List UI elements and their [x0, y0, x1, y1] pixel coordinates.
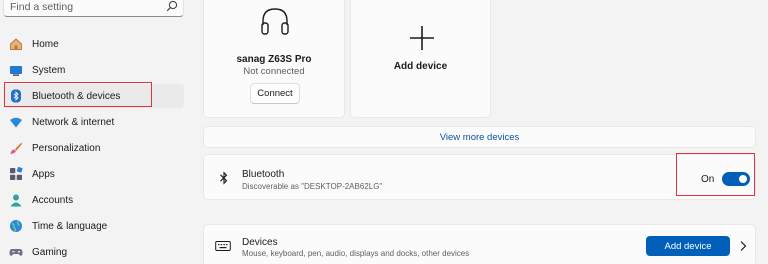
- sidebar-item-bluetooth-devices[interactable]: Bluetooth & devices: [3, 84, 184, 108]
- plus-icon: [410, 26, 434, 50]
- bluetooth-state-label: On: [701, 174, 715, 185]
- bluetooth-title: Bluetooth: [242, 169, 285, 180]
- sidebar-item-time-language[interactable]: Time & language: [3, 214, 184, 238]
- apps-icon: [9, 167, 23, 181]
- bluetooth-discoverable-text: Discoverable as "DESKTOP-2AB62LG": [242, 182, 383, 191]
- sidebar-item-label: Personalization: [32, 142, 101, 154]
- sidebar-item-accounts[interactable]: Accounts: [3, 188, 184, 212]
- sidebar-item-label: Accounts: [32, 194, 74, 206]
- search-box[interactable]: [3, 0, 184, 17]
- globe-icon: [9, 219, 23, 233]
- sidebar: Home System Bluetooth & devices Network …: [0, 0, 190, 264]
- view-more-devices-link[interactable]: View more devices: [203, 126, 756, 148]
- search-input[interactable]: [10, 0, 160, 15]
- device-status: Not connected: [243, 66, 305, 77]
- keyboard-icon: [215, 241, 231, 251]
- connect-button[interactable]: Connect: [250, 83, 300, 104]
- view-more-label: View more devices: [439, 131, 520, 143]
- bluetooth-setting-row: Bluetooth Discoverable as "DESKTOP-2AB62…: [203, 154, 756, 200]
- home-icon: [9, 37, 23, 51]
- sidebar-item-home[interactable]: Home: [3, 32, 184, 56]
- devices-title: Devices: [242, 237, 278, 248]
- sidebar-item-label: Time & language: [32, 220, 108, 232]
- brush-icon: [9, 141, 23, 155]
- gamepad-icon: [9, 245, 23, 259]
- headphones-icon: [261, 8, 289, 35]
- sidebar-item-label: System: [32, 64, 66, 76]
- sidebar-item-label: Apps: [32, 168, 55, 180]
- bluetooth-toggle[interactable]: [722, 172, 750, 186]
- search-icon[interactable]: [166, 0, 178, 12]
- device-name: sanag Z63S Pro: [236, 54, 312, 65]
- sidebar-item-system[interactable]: System: [3, 58, 184, 82]
- sidebar-item-label: Gaming: [32, 246, 68, 258]
- bluetooth-icon: [220, 171, 228, 185]
- accounts-icon: [9, 193, 23, 207]
- sidebar-item-label: Network & internet: [32, 116, 115, 128]
- add-device-label: Add device: [393, 61, 448, 72]
- network-icon: [9, 115, 23, 129]
- sidebar-item-label: Bluetooth & devices: [32, 90, 121, 102]
- sidebar-item-gaming[interactable]: Gaming: [3, 240, 184, 264]
- sidebar-item-apps[interactable]: Apps: [3, 162, 184, 186]
- bluetooth-icon: [9, 89, 23, 103]
- system-icon: [9, 63, 23, 77]
- chevron-right-icon[interactable]: [739, 240, 747, 252]
- toggle-knob: [739, 175, 747, 183]
- sidebar-item-network-internet[interactable]: Network & internet: [3, 110, 184, 134]
- add-device-card[interactable]: Add device: [350, 0, 491, 118]
- sidebar-item-personalization[interactable]: Personalization: [3, 136, 184, 160]
- device-card: sanag Z63S Pro Not connected Connect: [203, 0, 345, 118]
- sidebar-item-label: Home: [32, 38, 59, 50]
- devices-subtitle: Mouse, keyboard, pen, audio, displays an…: [242, 249, 470, 258]
- devices-row[interactable]: Devices Mouse, keyboard, pen, audio, dis…: [203, 224, 756, 264]
- add-device-button[interactable]: Add device: [646, 236, 730, 256]
